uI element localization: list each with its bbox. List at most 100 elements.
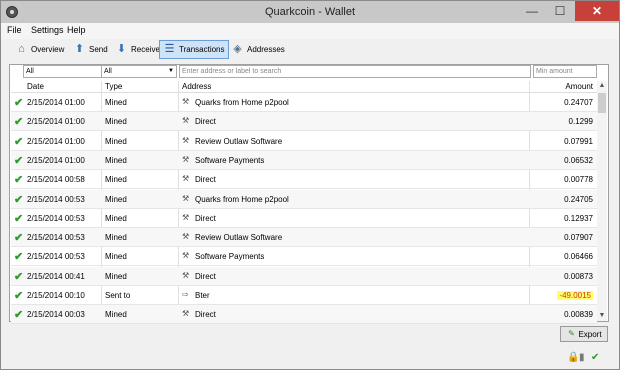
type-cell: Mined (105, 155, 127, 165)
amount-cell: 0.12937 (564, 213, 593, 223)
column-type[interactable]: Type (105, 82, 122, 91)
mining-icon: ⚒ (182, 154, 190, 164)
scroll-thumb[interactable] (598, 93, 606, 113)
address-cell: Software Payments (195, 252, 265, 262)
scroll-up-arrow-icon[interactable]: ▲ (597, 81, 607, 91)
confirmed-check-icon: ✔ (14, 116, 24, 129)
confirmed-check-icon: ✔ (14, 154, 24, 167)
overview-label: Overview (31, 45, 65, 54)
vertical-scrollbar[interactable]: ▲ ▼ (597, 81, 607, 321)
addresses-button[interactable]: ◈ Addresses (227, 40, 289, 59)
export-icon: ✎ (568, 329, 575, 338)
table-row[interactable]: ✔ 2/15/2014 01:00 Mined ⚒ Direct 0.1299 (11, 112, 597, 132)
min-amount-input[interactable]: Min amount (533, 65, 597, 78)
scroll-down-arrow-icon[interactable]: ▼ (597, 311, 607, 321)
confirmed-check-icon: ✔ (14, 270, 24, 283)
amount-cell: 0.07907 (564, 233, 593, 243)
amount-cell: 0.06466 (564, 252, 593, 262)
table-row[interactable]: ✔ 2/15/2014 00:58 Mined ⚒ Direct 0.00778 (11, 170, 597, 190)
mining-icon: ⚒ (182, 135, 190, 145)
table-row[interactable]: ✔ 2/15/2014 01:00 Mined ⚒ Quarks from Home p… (11, 93, 597, 112)
date-cell: 2/15/2014 01:00 (27, 98, 85, 107)
overview-button[interactable]: ⌂ Overview (11, 40, 68, 59)
address-cell: Quarks from Home p2pool (195, 98, 289, 107)
address-cell: Direct (195, 213, 216, 223)
close-button[interactable]: ✕ (575, 1, 619, 21)
address-cell: Review Outlaw Software (195, 233, 283, 243)
amount-cell: 0.06532 (564, 155, 593, 165)
mining-icon: ⚒ (182, 251, 190, 261)
confirmed-check-icon: ✔ (14, 251, 24, 264)
type-filter-value: All (104, 68, 112, 75)
column-address[interactable]: Address (182, 82, 211, 91)
amount-cell: -49.0015 (557, 291, 593, 300)
date-cell: 2/15/2014 00:53 (27, 233, 85, 243)
menu-help[interactable]: Help (67, 25, 86, 35)
date-filter-select[interactable]: All ▼ (23, 65, 109, 78)
table-row[interactable]: ✔ 2/15/2014 00:10 Sent to ⇨ Bter -49.0015 (11, 286, 597, 305)
transactions-button[interactable]: ☰ Transactions (159, 40, 229, 59)
date-cell: 2/15/2014 00:41 (27, 271, 85, 281)
address-cell: Direct (195, 117, 216, 127)
network-icon: ▮ (579, 352, 585, 363)
date-cell: 2/15/2014 00:53 (27, 194, 85, 204)
confirmed-check-icon: ✔ (14, 212, 24, 225)
table-row[interactable]: ✔ 2/15/2014 01:00 Mined ⚒ Review Outlaw Soft… (11, 132, 597, 151)
address-cell: Quarks from Home p2pool (195, 194, 289, 204)
minimize-button[interactable]: — (519, 1, 545, 21)
table-row[interactable]: ✔ 2/15/2014 00:53 Mined ⚒ Review Outlaw Soft… (11, 228, 597, 248)
amount-cell: 0.24705 (564, 194, 593, 204)
mining-icon: ⚒ (182, 270, 190, 280)
mining-icon: ⚒ (182, 174, 190, 184)
table-row[interactable]: ✔ 2/15/2014 00:53 Mined ⚒ Direct 0.12937 (11, 209, 597, 228)
type-cell: Mined (105, 233, 127, 243)
table-row[interactable]: ✔ 2/15/2014 00:41 Mined ⚒ Direct 0.00873 (11, 266, 597, 286)
column-date[interactable]: Date (27, 82, 44, 91)
table-row[interactable]: ✔ 2/15/2014 00:03 Mined ⚒ Direct 0.00839 (11, 305, 597, 325)
date-cell: 2/15/2014 00:58 (27, 175, 85, 185)
address-cell: Direct (195, 271, 216, 281)
confirmed-check-icon: ✔ (14, 174, 24, 187)
mining-icon: ⚒ (182, 212, 190, 222)
address-book-icon: ◈ (233, 43, 242, 55)
table-row[interactable]: ✔ 2/15/2014 00:53 Mined ⚒ Quarks from Home p… (11, 189, 597, 209)
amount-cell: 0.00839 (564, 310, 593, 320)
receive-button[interactable]: ⬇ Receive (111, 40, 164, 59)
type-cell: Mined (105, 117, 127, 127)
menu-file[interactable]: File (7, 25, 22, 35)
type-cell: Mined (105, 136, 127, 146)
status-bar: 🔒 ▮ ✔ (1, 349, 619, 369)
mining-icon: ⚒ (182, 232, 190, 242)
date-cell: 2/15/2014 01:00 (27, 136, 85, 146)
table-header: Date Type Address Amount (11, 81, 597, 93)
confirmed-check-icon: ✔ (14, 97, 24, 109)
type-cell: Mined (105, 98, 127, 107)
date-filter-value: All (26, 68, 34, 75)
confirmed-check-icon: ✔ (14, 193, 24, 206)
maximize-button[interactable]: ☐ (547, 1, 573, 21)
title-bar[interactable]: Quarkcoin - Wallet — ☐ ✕ (1, 1, 619, 23)
menu-bar: File Settings Help (1, 23, 619, 39)
type-filter-select[interactable]: All ▼ (101, 65, 177, 78)
address-cell: Software Payments (195, 155, 265, 165)
address-search-input[interactable]: Enter address or label to search (179, 65, 531, 78)
date-cell: 2/15/2014 00:03 (27, 310, 85, 320)
menu-settings[interactable]: Settings (31, 25, 64, 35)
lock-icon: 🔒 (567, 352, 580, 363)
date-cell: 2/15/2014 01:00 (27, 117, 85, 127)
export-button[interactable]: ✎ Export (560, 326, 608, 342)
send-button[interactable]: ⬆ Send (69, 40, 112, 59)
table-row[interactable]: ✔ 2/15/2014 00:53 Mined ⚒ Software Payments 0… (11, 247, 597, 267)
column-amount[interactable]: Amount (565, 82, 593, 91)
sent-icon: ⇨ (182, 290, 189, 299)
confirmed-check-icon: ✔ (14, 232, 24, 245)
filter-bar: All ▼ All ▼ Enter address or label to se… (11, 65, 607, 78)
transactions-list-icon: ☰ (164, 43, 175, 55)
confirmed-check-icon: ✔ (14, 309, 24, 322)
address-cell: Bter (195, 291, 210, 300)
table-row[interactable]: ✔ 2/15/2014 01:00 Mined ⚒ Software Payments 0… (11, 150, 597, 170)
home-icon: ⌂ (18, 43, 25, 55)
address-cell: Review Outlaw Software (195, 136, 283, 146)
date-cell: 2/15/2014 01:00 (27, 155, 85, 165)
amount-cell: 0.1299 (568, 117, 593, 127)
